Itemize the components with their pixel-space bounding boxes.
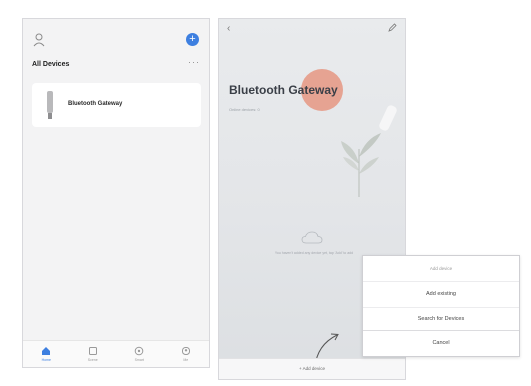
tab-home[interactable]: Home xyxy=(23,341,70,367)
more-options-icon[interactable]: ··· xyxy=(188,57,200,67)
tab-smart[interactable]: Smart xyxy=(116,341,163,367)
tab-label: Smart xyxy=(134,358,144,362)
scene-icon xyxy=(88,347,97,355)
page-title: Bluetooth Gateway xyxy=(229,83,338,97)
back-icon[interactable]: ‹ xyxy=(227,23,230,34)
tab-label: Me xyxy=(183,358,189,362)
empty-state-cloud-icon xyxy=(301,231,323,244)
bottom-tab-bar: Home Scene Smart Me xyxy=(23,340,209,367)
screenshot-canvas: + All Devices ··· Bluetooth Gateway Home xyxy=(0,0,531,386)
tab-scene[interactable]: Scene xyxy=(70,341,117,367)
tab-label: Home xyxy=(41,358,51,362)
add-device-button[interactable]: + Add device xyxy=(219,358,405,379)
all-devices-title: All Devices xyxy=(32,61,70,68)
home-screen: + All Devices ··· Bluetooth Gateway Home xyxy=(22,18,210,368)
device-name: Bluetooth Gateway xyxy=(68,101,123,107)
tab-me[interactable]: Me xyxy=(163,341,210,367)
tab-label: Scene xyxy=(87,358,98,362)
add-device-fab[interactable]: + xyxy=(186,33,199,46)
online-devices-count: Online devices: 0 xyxy=(229,107,260,112)
edit-icon[interactable] xyxy=(388,23,397,32)
add-device-action-sheet: Add device Add existing Search for Devic… xyxy=(362,255,520,357)
cancel-button[interactable]: Cancel xyxy=(363,331,519,356)
action-sheet-title: Add device xyxy=(429,266,453,271)
plant-illustration-icon xyxy=(341,133,381,197)
empty-state-message: You haven't added any device yet, tap 'A… xyxy=(274,251,354,255)
home-icon xyxy=(42,347,51,355)
search-for-devices-option[interactable]: Search for Devices xyxy=(363,308,519,330)
profile-icon[interactable] xyxy=(33,33,45,47)
gateway-device-icon xyxy=(47,91,53,119)
smart-icon xyxy=(134,346,144,356)
device-card-bluetooth-gateway[interactable]: Bluetooth Gateway xyxy=(32,83,201,127)
me-icon xyxy=(181,347,190,355)
add-existing-option[interactable]: Add existing xyxy=(363,282,519,307)
